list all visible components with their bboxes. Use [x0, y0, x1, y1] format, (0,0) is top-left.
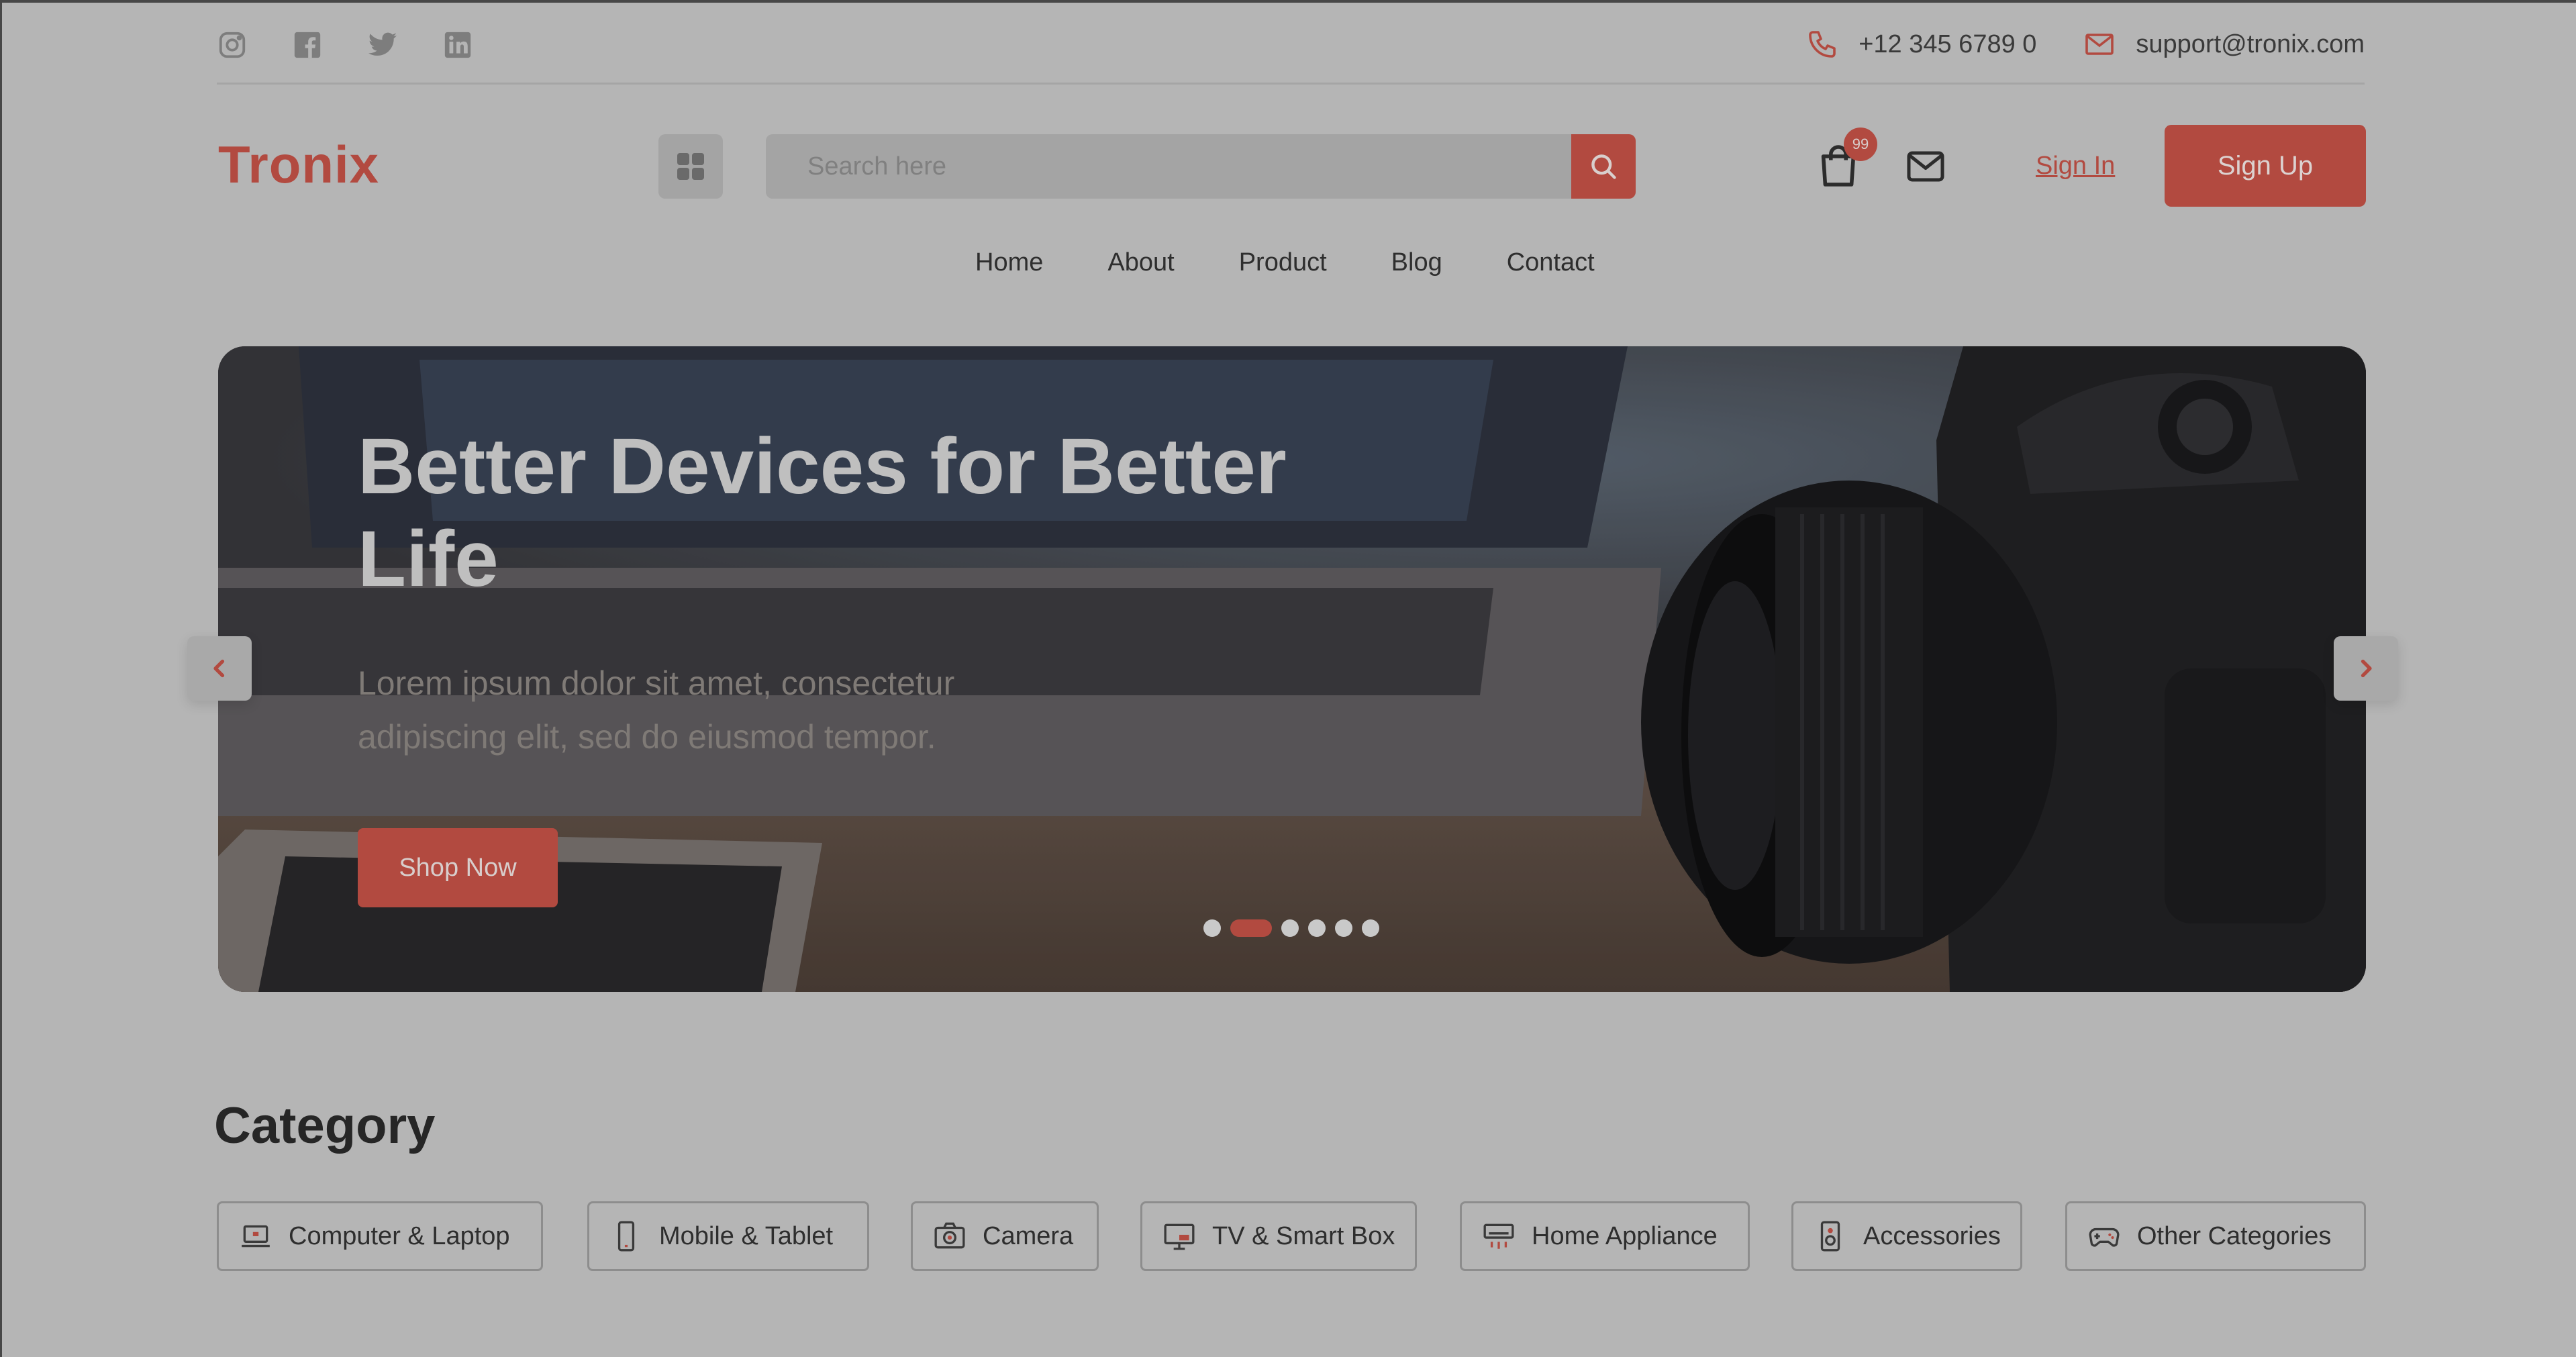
facebook-icon[interactable]: [292, 30, 323, 60]
category-other[interactable]: Other Categories: [2065, 1201, 2366, 1271]
hero-banner: Better Devices for Better Life Lorem ips…: [218, 346, 2366, 992]
chevron-right-icon: [2361, 659, 2372, 678]
search-icon: [1591, 154, 1616, 179]
nav-about[interactable]: About: [1107, 248, 1174, 277]
cart-count-badge: 99: [1844, 128, 1877, 161]
category-mobile-tablet[interactable]: Mobile & Tablet: [587, 1201, 869, 1271]
carousel-dot[interactable]: [1308, 919, 1326, 937]
nav-product[interactable]: Product: [1239, 248, 1327, 277]
instagram-icon[interactable]: [217, 30, 248, 60]
carousel-dot-active[interactable]: [1230, 919, 1272, 937]
carousel-dot[interactable]: [1281, 919, 1299, 937]
search-input[interactable]: [766, 134, 1571, 199]
tv-icon: [1164, 1223, 1195, 1250]
envelope-icon: [1907, 151, 1944, 182]
carousel-dot[interactable]: [1203, 919, 1221, 937]
category-computer-laptop[interactable]: Computer & Laptop: [217, 1201, 543, 1271]
category-label: TV & Smart Box: [1212, 1221, 1395, 1250]
carousel-dot[interactable]: [1335, 919, 1352, 937]
nav-contact[interactable]: Contact: [1507, 248, 1595, 277]
cart-button[interactable]: 99: [1820, 128, 1877, 188]
mail-icon: [2085, 34, 2114, 55]
nav-home[interactable]: Home: [975, 248, 1043, 277]
phone-number[interactable]: +12 345 6789 0: [1859, 30, 2036, 59]
phone-icon: [1809, 31, 1836, 58]
hero-subtitle: Lorem ipsum dolor sit amet, consectetur …: [358, 664, 955, 756]
main-nav: Home About Product Blog Contact: [975, 248, 1595, 277]
shop-now-button[interactable]: Shop Now: [358, 828, 558, 907]
contact-info: +12 345 6789 0 support@tronix.com: [1806, 28, 2365, 60]
category-camera[interactable]: Camera: [911, 1201, 1099, 1271]
category-label: Computer & Laptop: [289, 1221, 510, 1250]
category-label: Accessories: [1863, 1221, 2001, 1250]
twitter-icon[interactable]: [367, 30, 398, 60]
speaker-icon: [1820, 1221, 1840, 1252]
carousel-indicators: [1203, 919, 1379, 937]
carousel-prev-button[interactable]: [187, 636, 252, 701]
category-label: Mobile & Tablet: [659, 1221, 834, 1250]
support-email[interactable]: support@tronix.com: [2136, 30, 2365, 59]
carousel-dot[interactable]: [1362, 919, 1379, 937]
carousel-next-button[interactable]: [2334, 636, 2398, 701]
search-button[interactable]: [1571, 134, 1636, 199]
sign-up-button[interactable]: Sign Up: [2165, 125, 2366, 207]
gamepad-icon: [2089, 1227, 2120, 1247]
chevron-left-icon: [213, 659, 225, 678]
category-list: Computer & Laptop Mobile & Tablet Camera…: [217, 1201, 2366, 1271]
grid-icon: [677, 153, 704, 180]
category-heading: Category: [214, 1097, 436, 1154]
logo[interactable]: Tronix: [218, 134, 379, 195]
category-tv-smart-box[interactable]: TV & Smart Box: [1140, 1201, 1417, 1271]
hero-title: Better Devices for Better Life: [358, 422, 1287, 603]
category-label: Home Appliance: [1532, 1221, 1718, 1250]
category-home-appliance[interactable]: Home Appliance: [1460, 1201, 1750, 1271]
social-links: [217, 30, 473, 60]
camera-icon: [934, 1222, 965, 1249]
search-bar: [766, 134, 1636, 199]
air-conditioner-icon: [1483, 1223, 1514, 1249]
category-accessories[interactable]: Accessories: [1791, 1201, 2022, 1271]
messages-button[interactable]: [1905, 148, 1946, 185]
top-bar: +12 345 6789 0 support@tronix.com: [217, 3, 2365, 85]
laptop-icon: [242, 1225, 270, 1248]
mobile-icon: [617, 1221, 635, 1252]
categories-menu-button[interactable]: [658, 134, 723, 199]
category-label: Other Categories: [2137, 1221, 2332, 1250]
linkedin-icon[interactable]: [442, 30, 473, 60]
nav-blog[interactable]: Blog: [1391, 248, 1442, 277]
category-label: Camera: [983, 1221, 1074, 1250]
sign-in-link[interactable]: Sign In: [2036, 152, 2115, 181]
